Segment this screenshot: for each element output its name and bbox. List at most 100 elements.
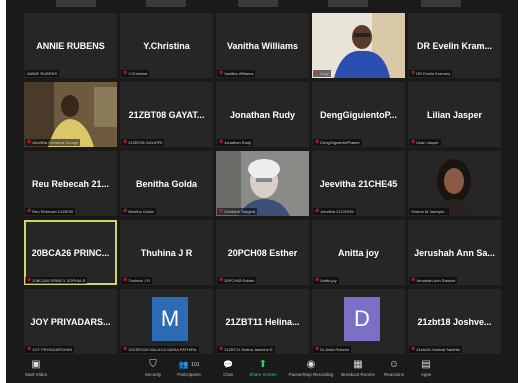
participant-tile[interactable]: ⊘ Christine Sargent <box>216 151 309 216</box>
participant-name-label: ⊘ 21zbt18 Joshvai Santhik <box>409 346 462 353</box>
participant-tile[interactable]: Jerushah Ann Sa... ⊘ Jerushah Ann Samuel <box>408 220 501 285</box>
participant-tile[interactable]: Sharon M Jacinphi... <box>408 151 501 216</box>
participant-name-label: ⊘ Benitha Golda <box>121 208 156 215</box>
participant-tile[interactable]: ⊘ Jeevitha Christina George <box>24 82 117 147</box>
participant-video <box>24 82 117 147</box>
participant-display-name: Vanitha Williams <box>227 41 298 51</box>
top-thumbnail <box>328 0 368 7</box>
participant-name-label: ⊘ 20BCA26 PRINCY SOPHIA R <box>25 277 88 284</box>
participant-tile[interactable]: Lilian Jasper ⊘ Lilian Jasper <box>408 82 501 147</box>
muted-mic-icon: ⊘ <box>27 208 32 214</box>
muted-mic-icon: ⊘ <box>219 208 224 214</box>
participant-display-name: Lilian Jasper <box>426 110 483 120</box>
participant-tile[interactable]: 20BCA26 PRINC... ⊘ 20BCA26 PRINCY SOPHIA R <box>24 220 117 285</box>
participant-label-text: 20PCH08 Esther <box>224 278 255 283</box>
muted-mic-icon: ⊘ <box>123 277 128 283</box>
participant-tile[interactable]: Vanitha Williams ⊘ Vanitha Williams <box>216 13 309 78</box>
muted-mic-icon: ⊘ <box>219 277 224 283</box>
participant-tile[interactable]: DR Evelin Kram... ⊘ DR Evelin Kramery <box>408 13 501 78</box>
participant-tile[interactable]: Jonathan Rudy ⊘ Jonathan Rudy <box>216 82 309 147</box>
participant-tile[interactable]: ANNIE RUBENS ANNIE RUBENS <box>24 13 117 78</box>
participant-tile[interactable]: 21zbt18 Joshve... ⊘ 21zbt18 Joshvai Santhi… <box>408 289 501 354</box>
participant-label-text: 21zbt18 Joshvai Santhik <box>416 347 460 352</box>
participant-label-text: Benitha Golda <box>128 209 154 214</box>
participant-display-name: Jeevitha 21CHE45 <box>319 179 398 189</box>
participant-display-name: Benitha Golda <box>135 179 197 189</box>
participant-display-name: JOY PRIYADARS... <box>30 317 111 327</box>
apps-label: Apps <box>420 372 432 377</box>
muted-mic-icon: ⊘ <box>411 139 416 145</box>
participant-tile[interactable]: 21ZBT11 Helina... ⊘ 21ZBT11 Helina Jasmine… <box>216 289 309 354</box>
participant-name-label: ⊘ Lucy <box>313 70 331 77</box>
participant-label-text: Lucy <box>320 71 329 76</box>
share-screen-label: Share Screen <box>249 372 277 377</box>
participant-label-text: 20BCA26 PRINCY SOPHIA R <box>32 278 86 283</box>
participant-video <box>216 151 309 216</box>
participant-name-label: ⊘ DR Evelin Kramery <box>409 70 453 77</box>
participant-tile[interactable]: M ⊘ 19CSEG26 MALACA SARIA PATHIRA <box>120 289 213 354</box>
participant-label-text: Jonathan Rudy <box>224 140 252 145</box>
participant-label-text: Dr Anila Rubens <box>320 347 350 352</box>
participant-label-text: Jeevitha 21CHE45 <box>320 209 354 214</box>
participant-name-label: ⊘ 21ZBT11 Helina Jasmine E <box>217 346 275 353</box>
participant-tile[interactable]: Anitta joy ⊘ Anitta joy <box>312 220 405 285</box>
participant-display-name: Jerushah Ann Sa... <box>414 248 495 258</box>
record-icon: ◉ <box>306 359 316 370</box>
participant-name-label: ⊘ Y.Christina <box>121 70 150 77</box>
participant-video <box>312 13 405 78</box>
participant-display-name: DR Evelin Kram... <box>416 41 493 51</box>
top-thumbnail <box>238 0 278 7</box>
share-screen-button[interactable]: ⬆ Share Screen <box>241 358 285 378</box>
participant-tile[interactable]: 21ZBT08 GAYAT... ⊘ 21ZBT08 GAYATRI <box>120 82 213 147</box>
participant-tile[interactable]: Y.Christina ⊘ Y.Christina <box>120 13 213 78</box>
participant-label-text: DR Evelin Kramery <box>416 71 451 76</box>
participant-tile[interactable]: Thuhina J R ⊘ Thuhina J R <box>120 220 213 285</box>
top-thumbnail <box>56 0 96 7</box>
participant-tile[interactable]: JOY PRIYADARS... ⊘ JOY PRIYADARSHINI <box>24 289 117 354</box>
muted-mic-icon: ⊘ <box>219 346 224 352</box>
participants-label: Participants <box>177 372 201 377</box>
muted-mic-icon: ⊘ <box>315 208 320 214</box>
participant-name-label: ⊘ Vanitha Williams <box>217 70 256 77</box>
participant-label-text: 21ZBT08 GAYATRI <box>128 140 163 145</box>
participant-tile[interactable]: 20PCH08 Esther ⊘ 20PCH08 Esther <box>216 220 309 285</box>
participant-display-name: Y.Christina <box>143 41 190 51</box>
apps-button[interactable]: ▤ Apps <box>404 358 448 378</box>
apps-icon: ▤ <box>421 359 431 370</box>
pause-stop-recording-button[interactable]: ◉ Pause/Stop Recording <box>281 358 341 378</box>
gallery-view: ANNIE RUBENS ANNIE RUBENS Y.Christina ⊘ Y.Ch… <box>24 13 501 355</box>
participant-tile[interactable]: D ⊘ Dr Anila Rubens <box>312 289 405 354</box>
participant-label-text: Christine Sargent <box>224 209 256 214</box>
participant-avatar: M <box>152 297 188 341</box>
top-thumbnail <box>421 0 461 7</box>
participant-name-label: ⊘ Dr Anila Rubens <box>313 346 352 353</box>
participant-display-name: Reu Rebecah 21... <box>31 179 110 189</box>
muted-mic-icon: ⊘ <box>123 70 128 76</box>
participant-tile[interactable]: Jeevitha 21CHE45 ⊘ Jeevitha 21CHE45 <box>312 151 405 216</box>
participants-button[interactable]: 👥 101 Participants <box>167 358 211 378</box>
share-screen-icon: ⬆ <box>258 359 268 370</box>
participant-tile[interactable]: DengGiguientoP... ⊘ DengGiguientoPhame <box>312 82 405 147</box>
participant-display-name: 20BCA26 PRINC... <box>31 248 110 258</box>
muted-mic-icon: ⊘ <box>27 277 32 283</box>
participant-tile[interactable]: Reu Rebecah 21... ⊘ Reu Rebecah 21ZEI39 <box>24 151 117 216</box>
participant-tile[interactable]: Benitha Golda ⊘ Benitha Golda <box>120 151 213 216</box>
participant-name-label: ⊘ 20PCH08 Esther <box>217 277 257 284</box>
muted-mic-icon: ⊘ <box>315 277 320 283</box>
participant-name-label: ⊘ 21ZBT08 GAYATRI <box>121 139 165 146</box>
start-video-label: Start Video <box>24 372 48 377</box>
participant-name-label: ⊘ Jerushah Ann Samuel <box>409 277 458 284</box>
participant-label-text: ANNIE RUBENS <box>27 71 58 76</box>
start-video-button[interactable]: ▣ Start Video <box>14 358 58 378</box>
participant-display-name: 21ZBT08 GAYAT... <box>128 110 205 120</box>
muted-mic-icon: ⊘ <box>123 139 128 145</box>
participant-display-name: Jonathan Rudy <box>229 110 295 120</box>
participant-tile[interactable]: ⊘ Lucy <box>312 13 405 78</box>
participant-label-text: Jerushah Ann Samuel <box>416 278 456 283</box>
participant-name-label: ⊘ Christine Sargent <box>217 208 258 215</box>
participant-label-text: JOY PRIYADARSHINI <box>32 347 72 352</box>
participant-label-text: Lilian Jasper <box>416 140 439 145</box>
muted-mic-icon: ⊘ <box>411 346 416 352</box>
participants-icon: 👥 <box>178 360 189 369</box>
participant-label-text: Reu Rebecah 21ZEI39 <box>32 209 73 214</box>
